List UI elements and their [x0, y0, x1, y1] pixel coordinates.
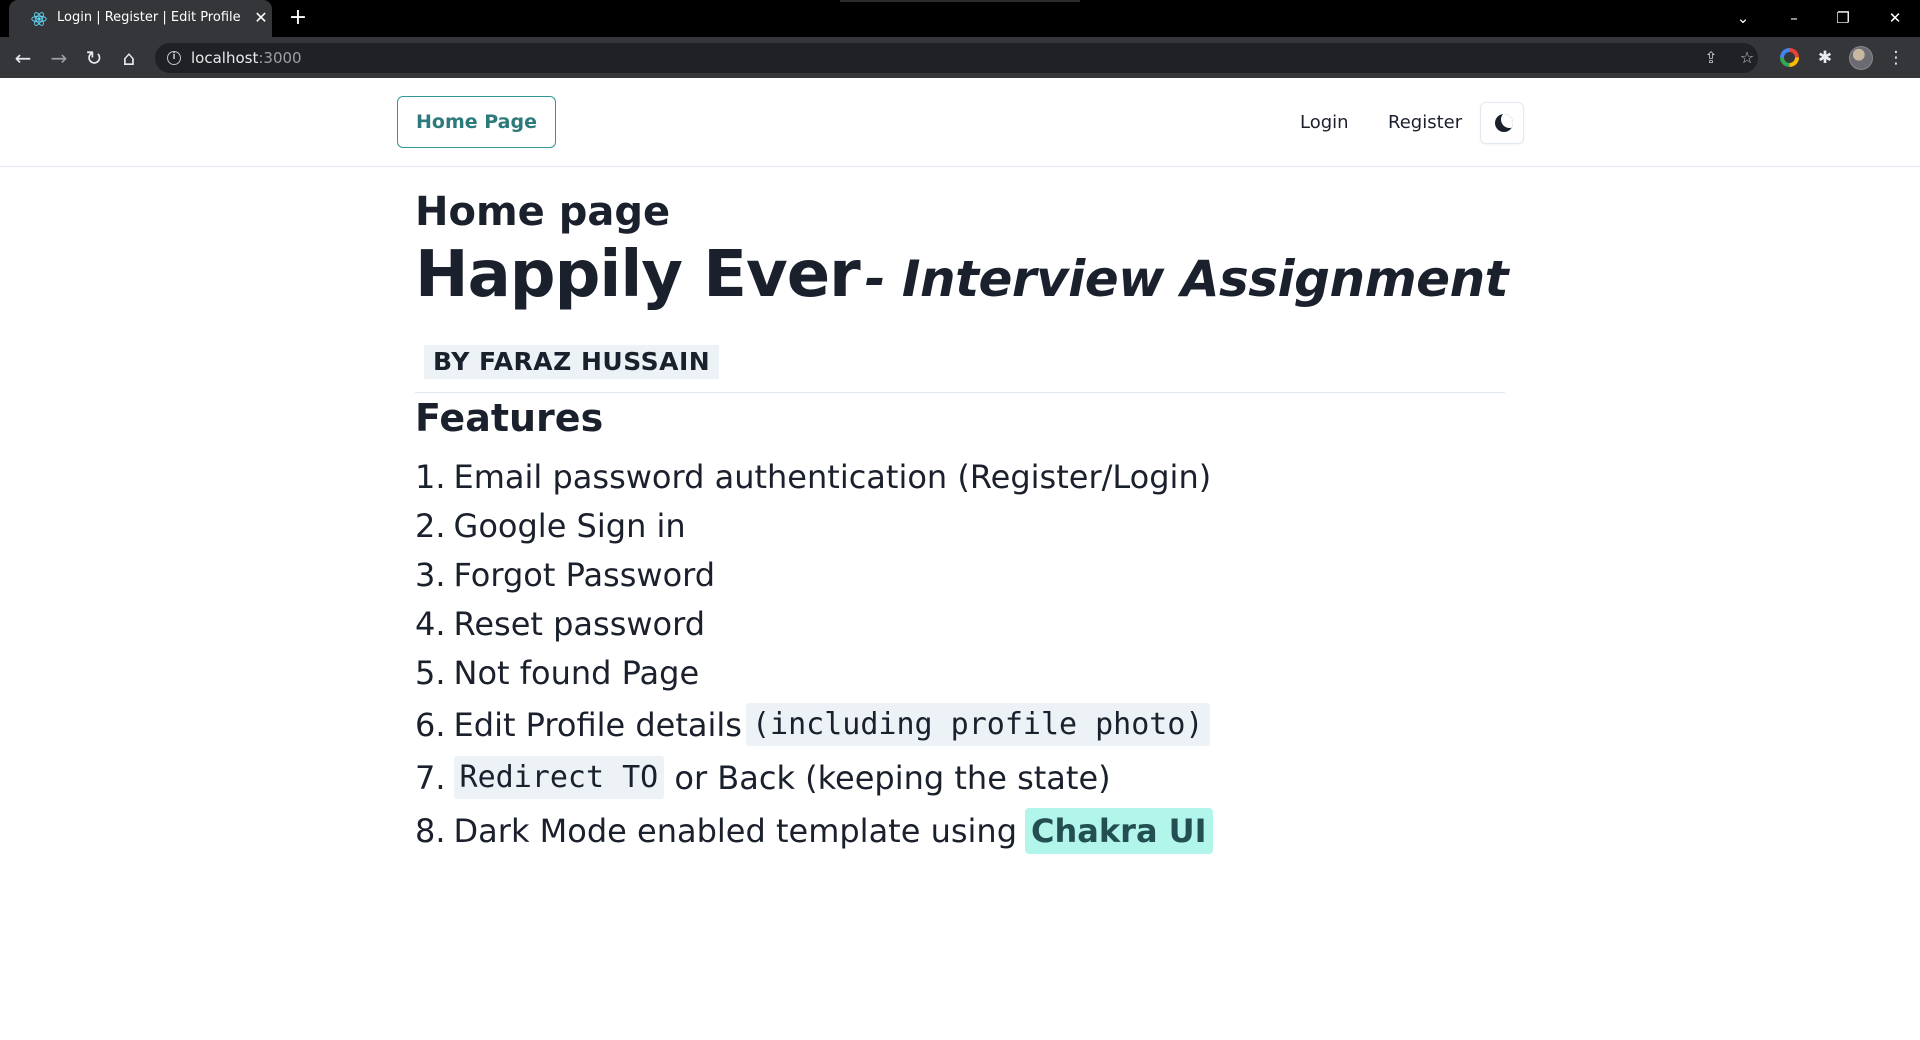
list-text: Forgot Password — [453, 556, 716, 594]
hero-heading: Happily Ever - Interview Assignment — [415, 238, 1509, 312]
window-drag-area[interactable] — [840, 0, 1080, 2]
chakra-ui-badge: Chakra UI — [1025, 808, 1213, 854]
list-number: 6. — [415, 705, 446, 744]
tab-strip: Login | Register | Edit Profile ✕ + ⌄ – … — [0, 0, 1920, 37]
back-arrow-icon[interactable]: ← — [10, 45, 36, 71]
list-number: 7. — [415, 758, 446, 797]
inline-code: Redirect TO — [453, 756, 665, 799]
divider — [415, 392, 1505, 393]
site-info-icon[interactable]: i — [167, 51, 181, 65]
list-text: Edit Profile details — [453, 705, 742, 744]
theme-toggle-button[interactable] — [1480, 102, 1524, 144]
list-number: 3. — [415, 556, 446, 594]
list-item: 3. Forgot Password — [415, 556, 715, 594]
minimize-button[interactable]: – — [1779, 6, 1809, 30]
list-item: 2. Google Sign in — [415, 507, 686, 545]
kebab-menu-icon[interactable]: ⋮ — [1884, 46, 1908, 70]
list-text: Dark Mode enabled template using — [453, 812, 1018, 850]
share-icon[interactable]: ⇪ — [1700, 47, 1722, 69]
reload-icon[interactable]: ↻ — [81, 45, 107, 71]
bookmark-star-icon[interactable]: ☆ — [1736, 47, 1758, 69]
list-text: Email password authentication (Register/… — [453, 458, 1212, 496]
register-link[interactable]: Register — [1388, 112, 1462, 133]
list-text: Google Sign in — [453, 507, 686, 545]
moon-icon — [1495, 114, 1513, 132]
close-tab-icon[interactable]: ✕ — [251, 8, 271, 28]
list-number: 1. — [415, 458, 446, 496]
home-icon[interactable]: ⌂ — [116, 45, 142, 71]
list-item: 7. Redirect TO or Back (keeping the stat… — [415, 756, 1111, 799]
list-item: 8. Dark Mode enabled template using Chak… — [415, 808, 1213, 854]
puzzle-icon[interactable]: ✱ — [1813, 46, 1837, 70]
hero-subtitle: - Interview Assignment — [864, 250, 1509, 308]
close-window-button[interactable]: ✕ — [1880, 6, 1910, 30]
site-navbar: Home Page Login Register — [0, 78, 1920, 167]
forward-arrow-icon[interactable]: → — [46, 45, 72, 71]
browser-tab[interactable]: Login | Register | Edit Profile ✕ — [9, 0, 272, 37]
restore-button[interactable]: ❐ — [1828, 6, 1858, 30]
inline-code: (including profile photo) — [745, 703, 1210, 746]
list-item: 5. Not found Page — [415, 654, 699, 692]
page-title: Home page — [415, 189, 671, 235]
list-item: 6. Edit Profile details (including profi… — [415, 703, 1210, 746]
home-page-button[interactable]: Home Page — [397, 96, 556, 148]
hero-main-text: Happily Ever — [415, 238, 861, 312]
list-number: 5. — [415, 654, 446, 692]
new-tab-button[interactable]: + — [286, 6, 310, 30]
chrome-extension-icon[interactable] — [1780, 48, 1799, 67]
react-logo-icon — [31, 12, 47, 26]
address-bar[interactable]: i localhost:3000 ⇪ ☆ — [155, 43, 1758, 73]
web-page: Home Page Login Register Home page Happi… — [0, 78, 1920, 1040]
tab-title: Login | Register | Edit Profile — [57, 10, 241, 25]
url-host: localhost — [191, 49, 259, 67]
profile-avatar[interactable] — [1849, 46, 1873, 70]
author-byline: BY FARAZ HUSSAIN — [424, 345, 720, 379]
list-item: 1. Email password authentication (Regist… — [415, 458, 1211, 496]
list-number: 4. — [415, 605, 446, 643]
features-heading: Features — [415, 396, 604, 440]
url-port: :3000 — [258, 49, 302, 67]
tab-search-chevron-icon[interactable]: ⌄ — [1728, 6, 1758, 30]
list-text: or Back (keeping the state) — [664, 758, 1111, 797]
list-number: 2. — [415, 507, 446, 545]
url-text[interactable]: localhost:3000 — [191, 49, 302, 67]
login-link[interactable]: Login — [1300, 112, 1349, 133]
list-number: 8. — [415, 812, 446, 850]
list-item: 4. Reset password — [415, 605, 705, 643]
browser-toolbar: ← → ↻ ⌂ i localhost:3000 ⇪ ☆ ✱ ⋮ — [0, 37, 1920, 78]
list-text: Reset password — [453, 605, 706, 643]
list-text: Not found Page — [453, 654, 700, 692]
